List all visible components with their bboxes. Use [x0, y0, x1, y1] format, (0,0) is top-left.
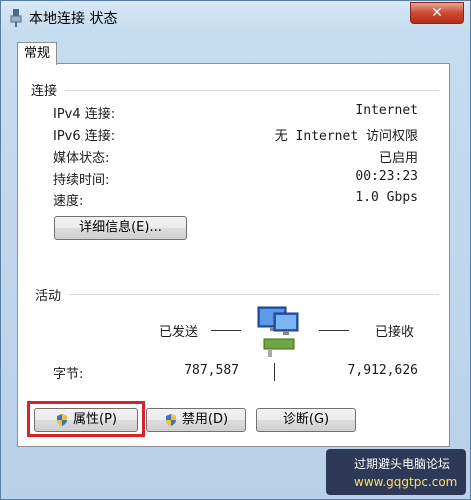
media-state-label: 媒体状态:: [53, 151, 110, 166]
duration-label: 持续时间:: [53, 173, 110, 188]
section-connection-label: 连接: [31, 84, 58, 99]
sent-label: 已发送: [159, 325, 199, 340]
ipv6-value: 无 Internet 访问权限: [274, 129, 418, 144]
network-computers-icon: [257, 306, 299, 357]
close-button[interactable]: ✕: [410, 2, 464, 24]
network-adapter-icon: [10, 9, 22, 27]
divider: [65, 90, 439, 91]
uac-shield-icon: [165, 413, 176, 426]
watermark-url: www.gqgtpc.com: [354, 475, 458, 489]
received-line: [319, 330, 349, 331]
section-activity-label: 活动: [35, 289, 62, 304]
diagnose-button[interactable]: 诊断(G): [256, 408, 356, 432]
disable-label: 禁用(D): [181, 412, 229, 427]
divider: [69, 294, 439, 295]
duration-value: 00:23:23: [355, 169, 418, 184]
details-button[interactable]: 详细信息(E)...: [54, 216, 187, 240]
site-watermark: 过期避头电脑论坛 www.gqgtpc.com: [326, 449, 466, 495]
bytes-label: 字节:: [53, 367, 84, 382]
sent-line: [211, 330, 241, 331]
speed-label: 速度:: [53, 194, 84, 209]
watermark-title: 过期避头电脑论坛: [354, 457, 451, 471]
bytes-sent-value: 787,587: [184, 363, 239, 378]
speed-value: 1.0 Gbps: [355, 190, 418, 205]
title-bar[interactable]: 本地连接 状态 ✕: [1, 1, 470, 35]
activity-divider: [274, 363, 275, 381]
media-state-value: 已启用: [378, 151, 418, 166]
highlight-box: [27, 401, 145, 437]
status-dialog: 本地连接 状态 ✕ 常规 连接 IPv4 连接: Internet IPv6 连…: [0, 0, 471, 500]
ipv4-label: IPv4 连接:: [53, 107, 116, 122]
window-title: 本地连接 状态: [29, 11, 118, 27]
disable-button[interactable]: 禁用(D): [146, 408, 246, 432]
received-label: 已接收: [375, 325, 415, 340]
bytes-received-value: 7,912,626: [347, 363, 418, 378]
ipv4-value: Internet: [355, 103, 418, 118]
ipv6-label: IPv6 连接:: [53, 129, 116, 144]
tab-general[interactable]: 常规: [17, 42, 57, 65]
